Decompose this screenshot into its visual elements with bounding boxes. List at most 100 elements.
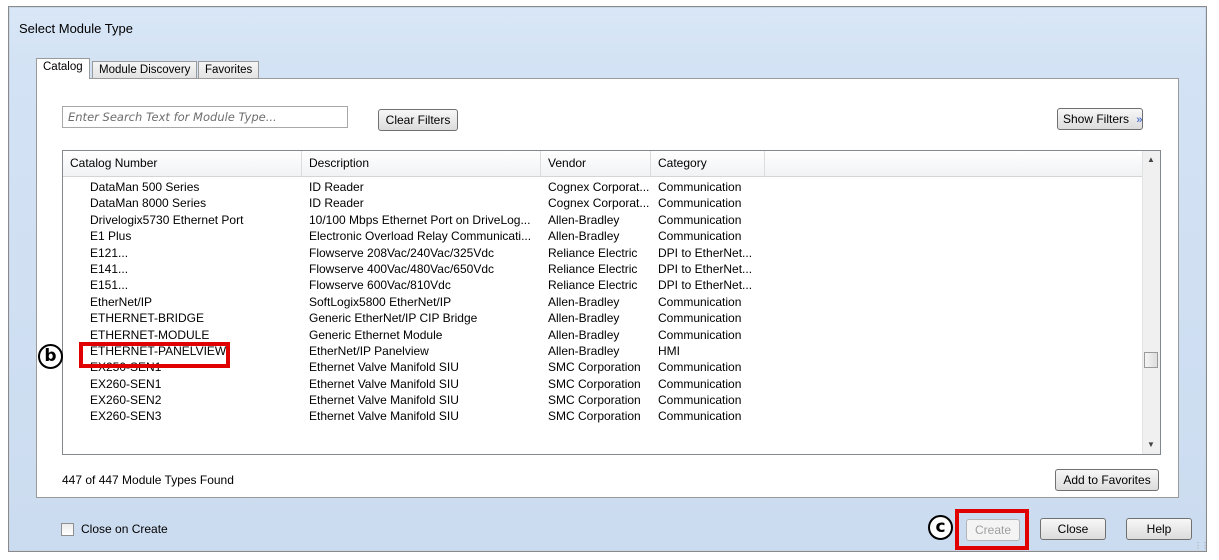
table-row[interactable]: ETHERNET-BRIDGE Generic EtherNet/IP CIP B… [63, 310, 1143, 326]
cell-category: Communication [658, 311, 742, 326]
cell-catalog-number: ETHERNET-BRIDGE [90, 311, 205, 326]
table-header: Catalog Number Description Vendor Catego… [63, 151, 1143, 177]
cell-description: Flowserve 400Vac/480Vac/650Vdc [309, 261, 494, 276]
cell-catalog-number: E121... [90, 245, 129, 260]
column-header-vendor[interactable]: Vendor [541, 151, 651, 176]
cell-vendor: Cognex Corporat... [548, 180, 650, 194]
cell-vendor: SMC Corporation [548, 376, 641, 391]
cell-vendor: Allen-Bradley [548, 343, 620, 358]
cell-description: ID Reader [309, 180, 364, 194]
cell-category: Communication [658, 180, 742, 194]
cell-description: Ethernet Valve Manifold SIU [309, 393, 459, 408]
close-on-create-checkbox[interactable] [61, 523, 74, 536]
cell-description: Flowserve 208Vac/240Vac/325Vdc [309, 245, 494, 260]
cell-catalog-number: Drivelogix5730 Ethernet Port [90, 212, 244, 227]
cell-description: Flowserve 600Vac/810Vdc [309, 278, 451, 293]
cell-description: Generic Ethernet Module [309, 327, 443, 342]
cell-catalog-number: E151... [90, 278, 129, 293]
cell-vendor: SMC Corporation [548, 393, 641, 408]
table-body: DataMan 500 Series ID Reader Cognex Corpor… [63, 179, 1143, 425]
cell-vendor: Allen-Bradley [548, 327, 620, 342]
show-filters-button[interactable]: Show Filters » [1057, 108, 1143, 130]
column-header-description[interactable]: Description [302, 151, 541, 176]
cell-category: Communication [658, 376, 742, 391]
cell-category: Communication [658, 360, 742, 375]
cell-category: DPI to EtherNet... [658, 278, 753, 293]
close-button[interactable]: Close [1040, 518, 1106, 540]
resize-grip-icon[interactable]: ⋮⋮ [1194, 541, 1209, 550]
cell-category: Communication [658, 409, 742, 424]
table-row[interactable]: EX260-SEN3 Ethernet Valve Manifold SIU SMC… [63, 408, 1143, 424]
cell-catalog-number: DataMan 8000 Series [90, 196, 207, 211]
help-button[interactable]: Help [1126, 518, 1192, 540]
cell-catalog-number: EtherNet/IP [90, 294, 153, 309]
cell-description: Electronic Overload Relay Communicati... [309, 229, 532, 244]
table-row[interactable]: E151... Flowserve 600Vac/810Vdc Reliance E… [63, 277, 1143, 293]
window-title: Select Module Type [19, 21, 133, 36]
module-count-status: 447 of 447 Module Types Found [62, 473, 234, 487]
cell-catalog-number: ETHERNET-MODULE [90, 327, 210, 342]
scroll-up-arrow-icon[interactable]: ▲ [1147, 155, 1155, 164]
table-row[interactable]: E1 Plus Electronic Overload Relay Communi… [63, 228, 1143, 244]
cell-description: SoftLogix5800 EtherNet/IP [309, 294, 452, 309]
highlight-box-create-button [955, 509, 1029, 550]
cell-catalog-number: E141... [90, 261, 129, 276]
table-row[interactable]: EX260-SEN2 Ethernet Valve Manifold SIU SMC… [63, 392, 1143, 408]
cell-vendor: Allen-Bradley [548, 311, 620, 326]
table-row[interactable]: DataMan 500 Series ID Reader Cognex Corpor… [63, 179, 1143, 195]
cell-description: EtherNet/IP Panelview [309, 343, 429, 358]
column-header-category[interactable]: Category [651, 151, 765, 176]
table-row[interactable]: EX260-SEN1 Ethernet Valve Manifold SIU SMC… [63, 376, 1143, 392]
highlight-box-ethernet-module [79, 342, 230, 368]
tab-module-discovery[interactable]: Module Discovery [92, 61, 198, 78]
cell-vendor: Allen-Bradley [548, 229, 620, 244]
module-type-table[interactable]: Catalog Number Description Vendor Catego… [62, 150, 1161, 455]
column-header-catalog-number[interactable]: Catalog Number [63, 151, 302, 176]
scroll-down-arrow-icon[interactable]: ▼ [1147, 440, 1155, 449]
table-row[interactable]: Drivelogix5730 Ethernet Port 10/100 Mbps … [63, 212, 1143, 228]
module-search-input[interactable]: Enter Search Text for Module Type... [62, 106, 348, 128]
cell-catalog-number: EX260-SEN2 [90, 393, 162, 408]
cell-category: Communication [658, 294, 742, 309]
tab-catalog[interactable]: Catalog [36, 58, 90, 79]
cell-vendor: SMC Corporation [548, 360, 641, 375]
cell-category: Communication [658, 229, 742, 244]
cell-vendor: Cognex Corporat... [548, 196, 650, 211]
add-to-favorites-button[interactable]: Add to Favorites [1055, 469, 1159, 491]
cell-vendor: Reliance Electric [548, 261, 638, 276]
cell-vendor: Reliance Electric [548, 278, 638, 293]
cell-category: Communication [658, 393, 742, 408]
cell-catalog-number: EX260-SEN1 [90, 376, 162, 391]
cell-catalog-number: EX260-SEN3 [90, 409, 162, 424]
annotation-marker-b: b [38, 344, 63, 369]
table-row[interactable]: E121... Flowserve 208Vac/240Vac/325Vdc Rel… [63, 245, 1143, 261]
cell-category: Communication [658, 212, 742, 227]
cell-catalog-number: DataMan 500 Series [90, 180, 200, 194]
cell-category: HMI [658, 343, 680, 358]
cell-description: Ethernet Valve Manifold SIU [309, 360, 459, 375]
show-filters-label: Show Filters [1063, 112, 1130, 126]
cell-category: DPI to EtherNet... [658, 261, 753, 276]
cell-description: Ethernet Valve Manifold SIU [309, 376, 459, 391]
table-row[interactable]: DataMan 8000 Series ID Reader Cognex Corpo… [63, 195, 1143, 211]
cell-description: 10/100 Mbps Ethernet Port on DriveLog... [309, 212, 531, 227]
clear-filters-button[interactable]: Clear Filters [378, 109, 458, 131]
table-row[interactable]: ETHERNET-MODULE Generic Ethernet Module Al… [63, 327, 1143, 343]
table-row[interactable]: EtherNet/IP SoftLogix5800 EtherNet/IP Alle… [63, 294, 1143, 310]
cell-category: Communication [658, 327, 742, 342]
tab-favorites[interactable]: Favorites [198, 61, 260, 78]
cell-description: Ethernet Valve Manifold SIU [309, 409, 459, 424]
close-on-create-label: Close on Create [81, 522, 168, 536]
cell-category: Communication [658, 196, 742, 211]
double-chevron-down-icon: » [1136, 114, 1143, 126]
cell-category: DPI to EtherNet... [658, 245, 753, 260]
vertical-scrollbar[interactable]: ▲ ▼ [1142, 151, 1160, 454]
cell-catalog-number: E1 Plus [90, 229, 132, 244]
scrollbar-thumb[interactable] [1144, 352, 1158, 368]
cell-vendor: Allen-Bradley [548, 294, 620, 309]
cell-vendor: Allen-Bradley [548, 212, 620, 227]
annotation-marker-c: c [928, 515, 953, 540]
cell-description: Generic EtherNet/IP CIP Bridge [309, 311, 478, 326]
table-row[interactable]: E141... Flowserve 400Vac/480Vac/650Vdc Rel… [63, 261, 1143, 277]
cell-vendor: SMC Corporation [548, 409, 641, 424]
